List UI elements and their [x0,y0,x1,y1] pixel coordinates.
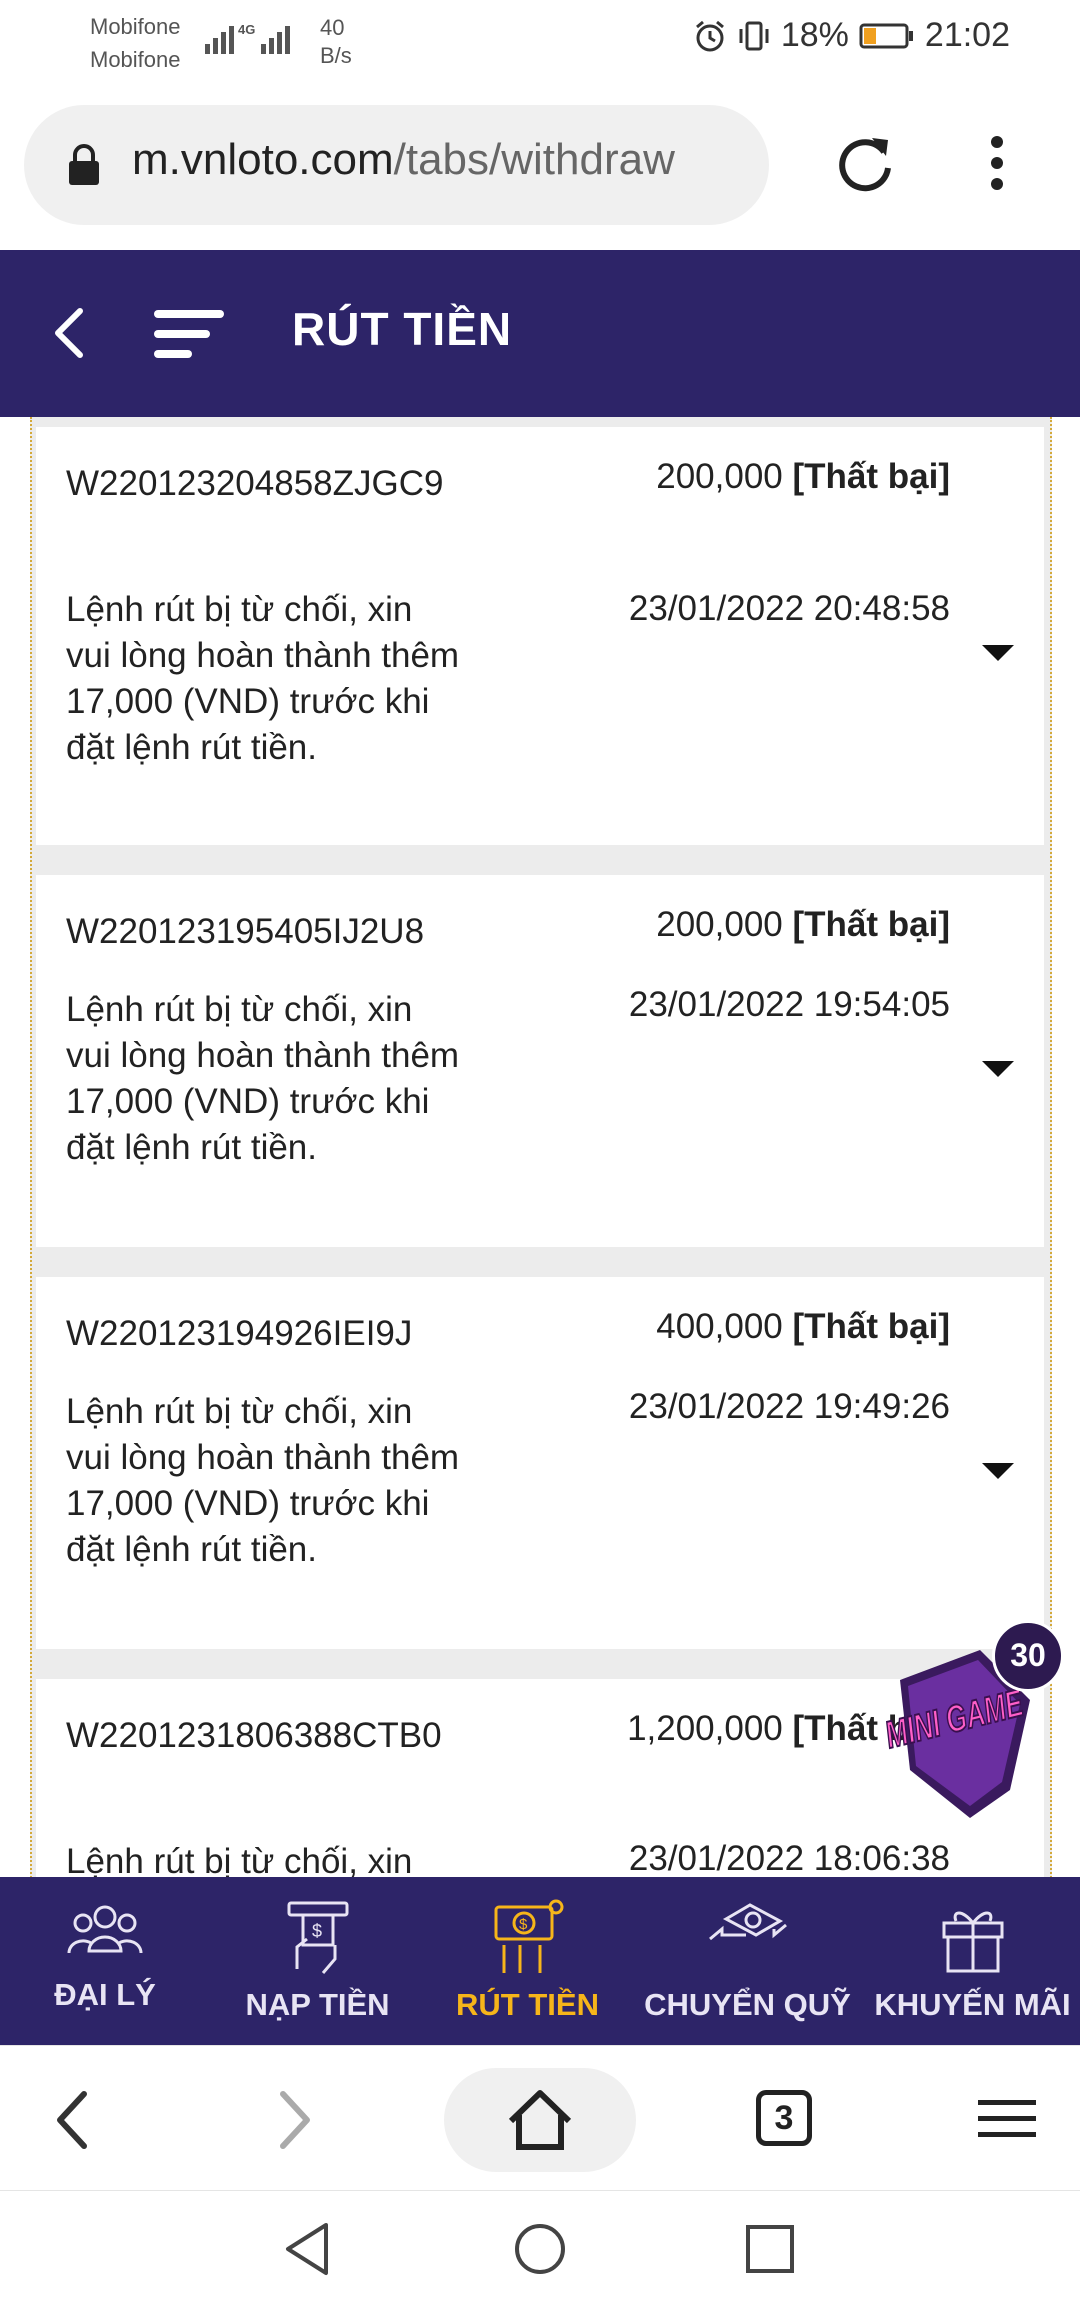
bottom-nav: ĐẠI LÝ $ NẠP TIỀN $ RÚT TIỀN CHUYỂN QUỸ [0,1877,1080,2045]
net-speed-unit: B/s [320,43,352,68]
status-right: 18% 21:02 [693,16,1010,55]
home-icon [508,2090,572,2150]
svg-text:4G: 4G [238,22,255,37]
tab-count: 3 [774,2099,794,2137]
more-options-icon[interactable] [985,130,1009,196]
transaction-message: Lệnh rút bị từ chối, xin [66,1842,413,1877]
nav-back-triangle-icon[interactable] [282,2221,332,2277]
transaction-amount: 200,000 [Thất bại] [656,905,950,945]
browser-forward-icon[interactable] [275,2090,315,2150]
browser-home-button[interactable] [444,2068,636,2172]
back-icon[interactable] [50,305,86,361]
expand-caret-icon[interactable] [982,1463,1014,1479]
cash-withdraw-icon: $ [494,1899,563,1973]
signal-icon: 4G [205,22,290,54]
people-icon [67,1905,143,1954]
expand-caret-icon[interactable] [982,645,1014,661]
transaction-card[interactable]: W220123194926IEI9J 400,000 [Thất bại] Lệ… [36,1277,1044,1649]
amount-value: 1,200,000 [627,1709,783,1748]
amount-value: 200,000 [656,457,783,496]
nav-label: ĐẠI LÝ [54,1977,156,2012]
transaction-amount: 400,000 [Thất bại] [656,1307,950,1347]
expand-caret-icon[interactable] [982,1061,1014,1077]
nav-label: KHUYẾN MÃI [874,1987,1071,2022]
net-speed-value: 40 [320,15,345,40]
nav-home-circle-icon[interactable] [512,2221,568,2277]
nav-recents-square-icon[interactable] [744,2223,796,2275]
page-title: RÚT TIỀN [292,303,513,355]
transaction-date: 23/01/2022 18:06:38 [628,1839,950,1877]
url-domain: m.vnloto.com [132,135,394,184]
transaction-id: W220123195405IJ2U8 [66,912,425,951]
nav-item-khuyen-mai[interactable]: KHUYẾN MÃI [865,1877,1080,2045]
transaction-date: 23/01/2022 19:49:26 [628,1387,950,1426]
money-transfer-icon [708,1903,787,1941]
gift-icon [942,1911,1003,1973]
battery-percent: 18% [780,16,849,54]
transaction-message: Lệnh rút bị từ chối, xin vui lòng hoàn t… [66,590,460,767]
nav-item-rut-tien[interactable]: $ RÚT TIỀN [425,1877,630,2045]
net-speed: 40 B/s [320,14,352,70]
android-nav-bar [0,2190,1080,2313]
status-label: [Thất bại] [792,457,950,496]
vibrate-icon [739,21,769,50]
nav-label: CHUYỂN QUỸ [644,1987,851,2022]
carrier-1: Mobifone [90,14,181,39]
app-header: RÚT TIỀN [0,250,1080,417]
transaction-id: W220123194926IEI9J [66,1314,413,1353]
minigame-button[interactable]: MINI GAME 30 [880,1620,1064,1820]
transaction-id: W2201231806388CTB0 [66,1716,442,1755]
reload-icon[interactable] [832,130,898,196]
battery-icon [859,23,913,48]
transaction-card[interactable]: W220123195405IJ2U8 200,000 [Thất bại] Lệ… [36,875,1044,1247]
transaction-message: Lệnh rút bị từ chối, xin vui lòng hoàn t… [66,1392,460,1569]
transaction-date: 23/01/2022 20:48:58 [628,589,950,628]
clock: 21:02 [924,16,1010,54]
transaction-message: Lệnh rút bị từ chối, xin vui lòng hoàn t… [66,990,460,1167]
transaction-amount: 200,000 [Thất bại] [656,457,950,497]
status-label: [Thất bại] [792,905,950,944]
atm-deposit-icon: $ [287,1901,348,1974]
status-bar: Mobifone Mobifone 4G 40 B/s 18% 21:02 [0,0,1080,80]
url-text: m.vnloto.com/tabs/withdraw [132,135,675,185]
nav-label: RÚT TIỀN [456,1987,599,2022]
nav-item-dai-ly[interactable]: ĐẠI LÝ [0,1877,210,2045]
transaction-card[interactable]: W220123204858ZJGC9 200,000 [Thất bại] Lệ… [36,427,1044,845]
tab-switcher-button[interactable]: 3 [756,2090,812,2146]
status-label: [Thất bại] [792,1307,950,1346]
browser-url-bar: m.vnloto.com/tabs/withdraw [0,80,1080,250]
nav-item-chuyen-quy[interactable]: CHUYỂN QUỸ [630,1877,865,2045]
lock-icon [69,144,99,185]
svg-text:$: $ [519,1916,528,1933]
hamburger-menu-icon[interactable] [978,2098,1036,2140]
amount-value: 200,000 [656,905,783,944]
alarm-icon [695,20,724,51]
url-field[interactable]: m.vnloto.com/tabs/withdraw [24,105,769,225]
svg-text:$: $ [312,1921,322,1941]
browser-back-icon[interactable] [52,2090,92,2150]
carrier-2: Mobifone [90,47,181,72]
browser-toolbar: 3 [0,2045,1080,2191]
minigame-badge: 30 [992,1620,1064,1692]
nav-item-nap-tien[interactable]: $ NẠP TIỀN [210,1877,425,2045]
menu-icon[interactable] [152,308,226,360]
url-path: /tabs/withdraw [393,135,675,184]
carrier-names: Mobifone Mobifone [90,10,181,76]
transaction-date: 23/01/2022 19:54:05 [628,985,950,1024]
amount-value: 400,000 [656,1307,783,1346]
nav-label: NẠP TIỀN [245,1987,390,2022]
transaction-id: W220123204858ZJGC9 [66,464,444,503]
